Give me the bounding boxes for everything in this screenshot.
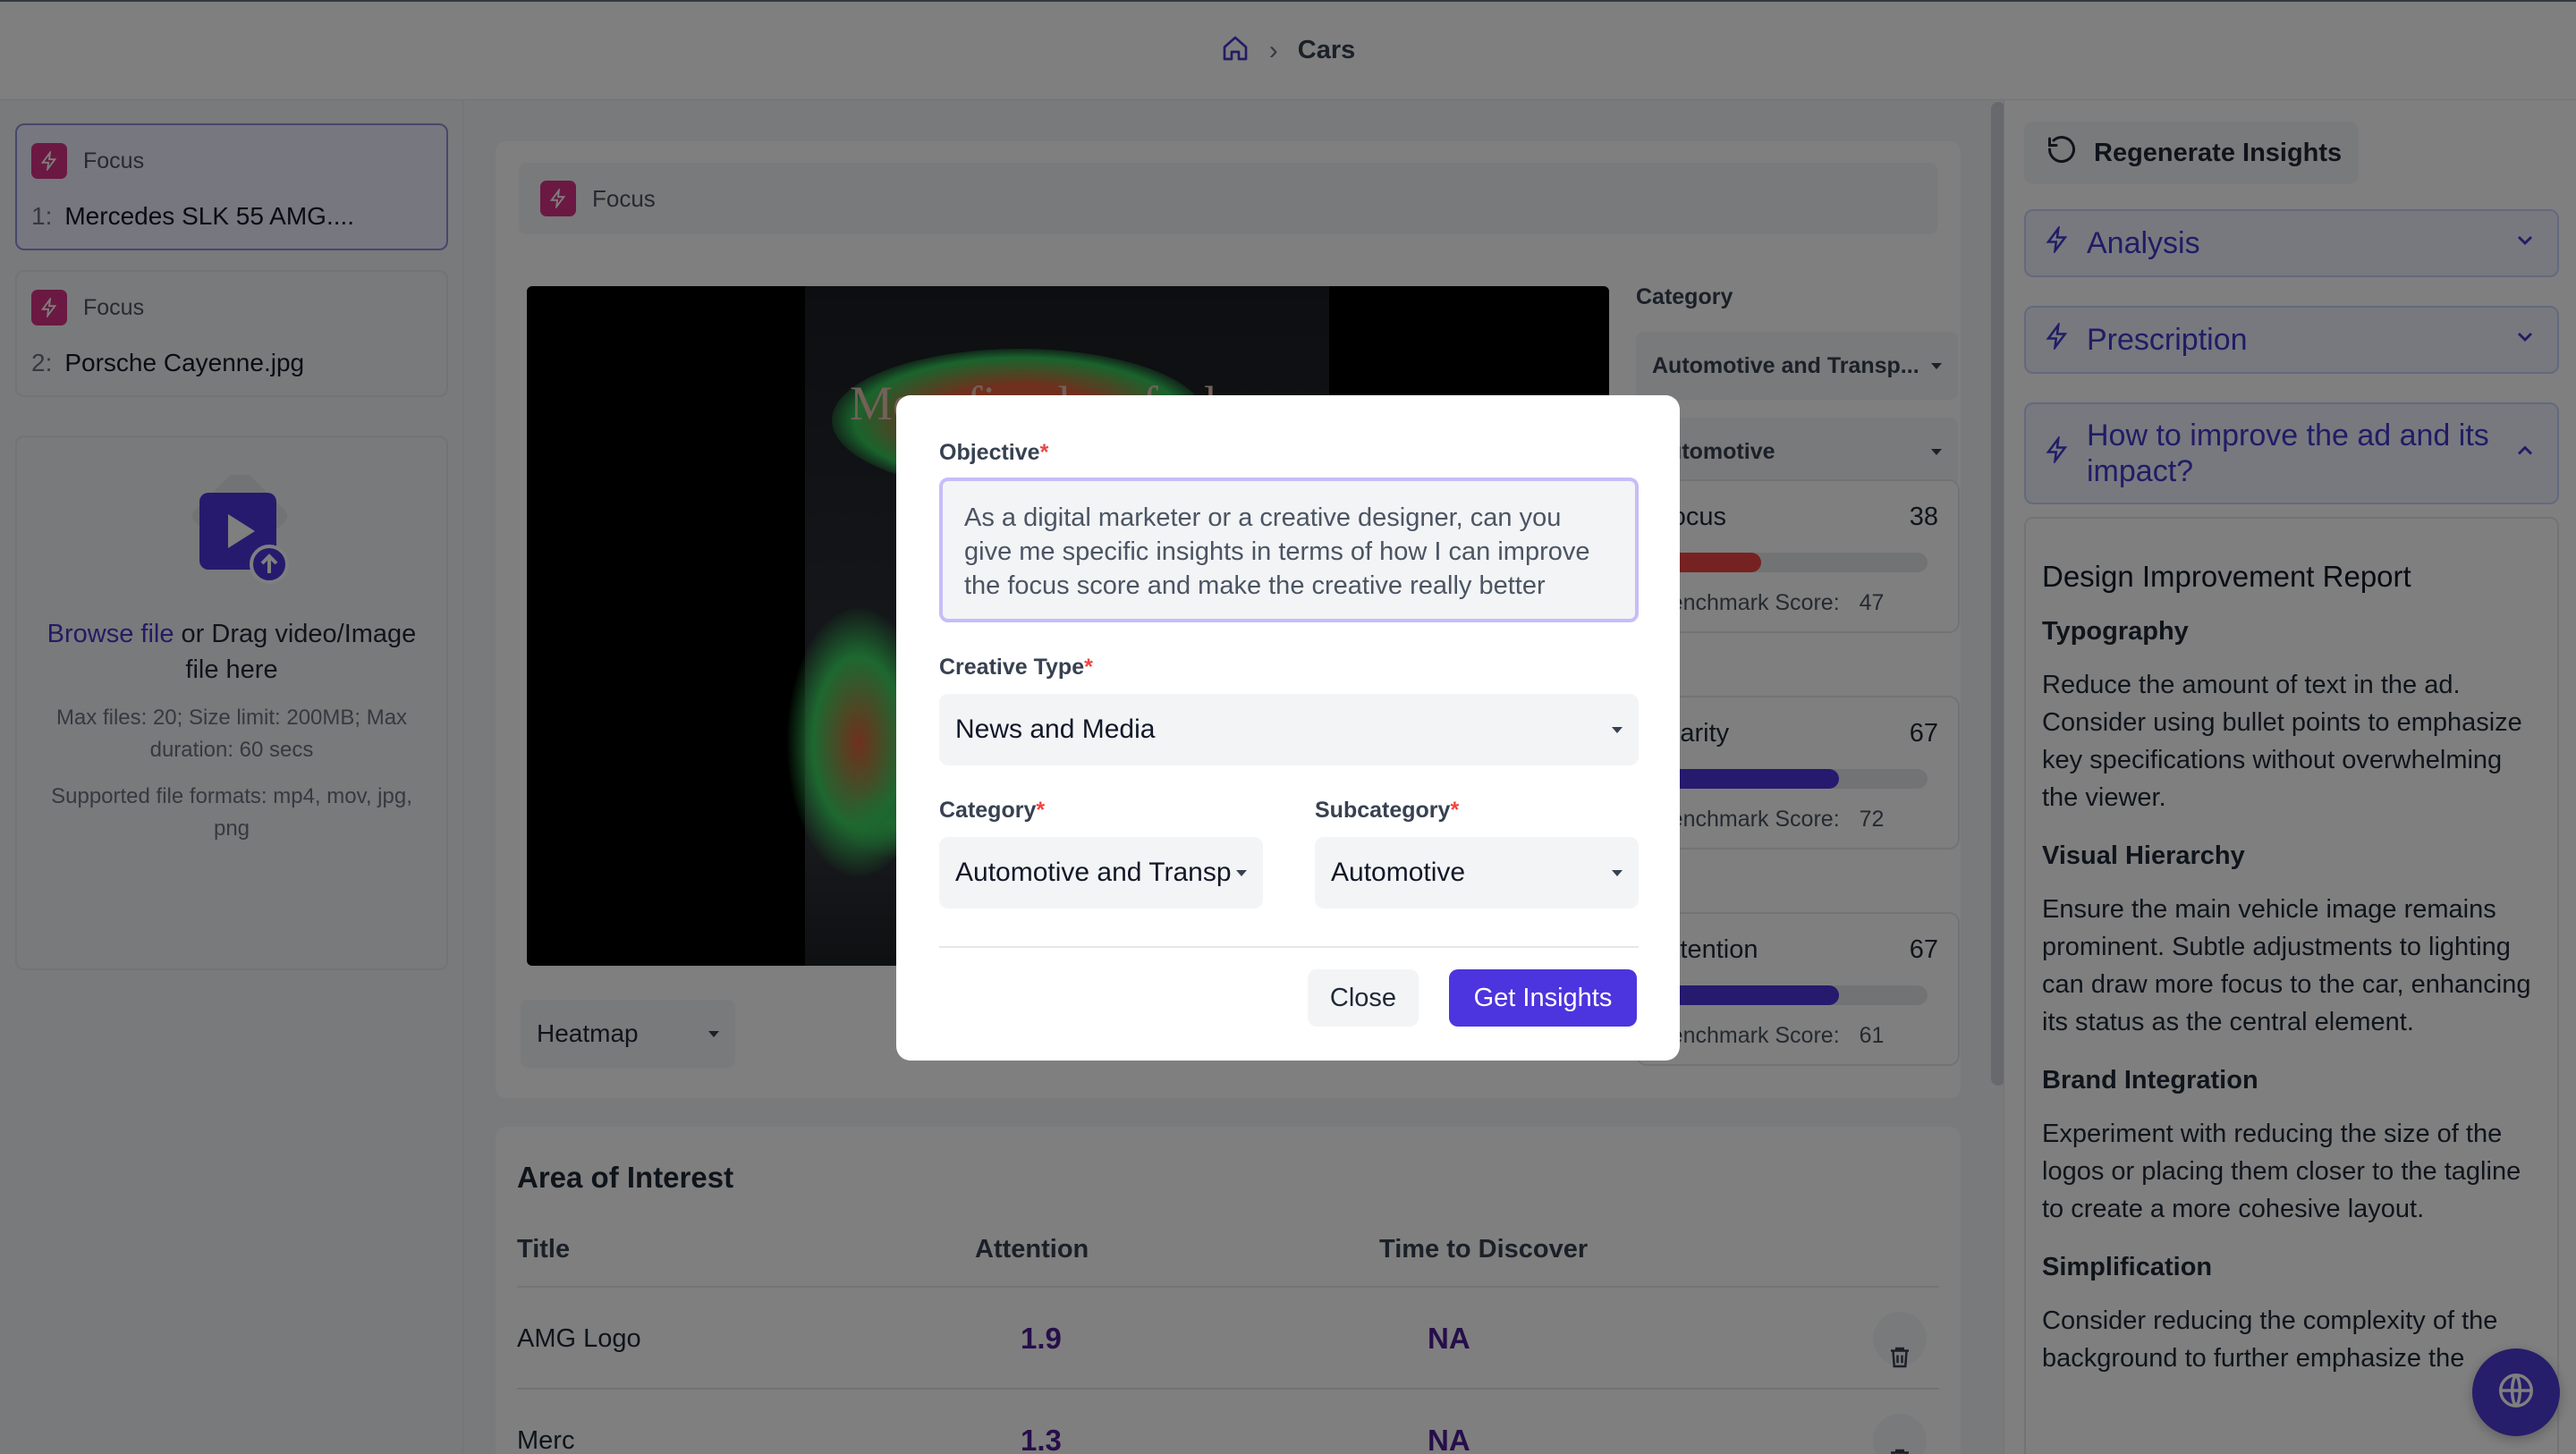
category-label: Category — [939, 798, 1037, 823]
get-insights-button[interactable]: Get Insights — [1449, 969, 1637, 1027]
required-mark: * — [1039, 440, 1049, 465]
objective-label: Objective — [939, 440, 1040, 465]
category-value: Automotive and Transp — [955, 858, 1232, 887]
creative-type-select[interactable]: News and Media — [939, 694, 1639, 765]
caret-down-icon — [1612, 726, 1623, 733]
required-mark: * — [1036, 798, 1046, 823]
required-mark: * — [1084, 655, 1093, 680]
subcategory-value: Automotive — [1331, 858, 1466, 887]
close-button[interactable]: Close — [1308, 969, 1419, 1027]
category-select[interactable]: Automotive and Transp — [939, 837, 1263, 909]
objective-input[interactable]: As a digital marketer or a creative desi… — [939, 478, 1639, 622]
caret-down-icon — [1612, 869, 1623, 876]
creative-type-label: Creative Type — [939, 655, 1085, 680]
caret-down-icon — [1236, 869, 1247, 876]
creative-type-value: News and Media — [955, 714, 1156, 744]
subcategory-select[interactable]: Automotive — [1315, 837, 1639, 909]
subcategory-label: Subcategory — [1315, 798, 1451, 823]
modal-divider — [939, 946, 1639, 948]
insights-modal: Objective* As a digital marketer or a cr… — [896, 395, 1680, 1061]
required-mark: * — [1450, 798, 1460, 823]
